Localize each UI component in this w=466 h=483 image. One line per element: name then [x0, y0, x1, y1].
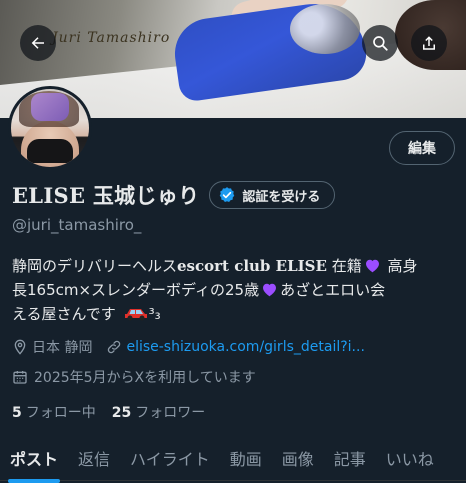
bio-text: 長165cm×スレンダーボディの25歳 — [12, 281, 260, 299]
red-car-icon — [124, 309, 147, 321]
following-count: 5 — [12, 405, 22, 421]
search-button[interactable] — [362, 25, 398, 61]
tab-highlights[interactable]: ハイライト — [120, 446, 220, 470]
following-label: フォロー中 — [25, 405, 96, 421]
bio-dash-symbol: ³₃ — [148, 305, 161, 323]
bio-line-1: 静岡のデリバリーヘルスescort club ELISE 在籍 高身 — [12, 254, 458, 278]
banner-lace — [290, 4, 360, 54]
bio-text: 高身 — [387, 257, 418, 275]
bio-line-2: 長165cm×スレンダーボディの25歳 あざとエロい会 — [12, 278, 458, 302]
purple-heart-icon — [263, 283, 277, 297]
avatar-blur — [31, 93, 69, 121]
location-text: 日本 静岡 — [32, 340, 93, 356]
tab-photos[interactable]: 画像 — [272, 446, 324, 470]
follow-stats: 5 フォロー中 25 フォロワー — [12, 402, 205, 422]
followers-link[interactable]: 25 フォロワー — [112, 402, 205, 422]
get-verified-button[interactable]: 認証を受ける — [209, 181, 336, 209]
verified-badge-icon — [220, 187, 235, 203]
back-button[interactable] — [20, 25, 56, 61]
get-verified-label: 認証を受ける — [242, 189, 321, 205]
banner-script-text: Juri Tamashiro — [52, 30, 171, 46]
username-handle: @juri_tamashiro_ — [12, 216, 142, 234]
avatar-image — [11, 89, 89, 167]
website-link[interactable]: elise-shizuoka.com/girls_detail?i... — [126, 339, 364, 355]
avatar-garment — [27, 139, 73, 163]
location-pin-icon — [14, 339, 26, 355]
name-row: ELISE 玉城じゅり 認証を受ける — [12, 180, 336, 210]
tab-videos[interactable]: 動画 — [220, 446, 272, 470]
followers-count: 25 — [111, 405, 132, 421]
tab-likes[interactable]: いいね — [376, 446, 444, 470]
search-icon — [373, 36, 388, 51]
purple-heart-icon — [365, 259, 379, 273]
bio-line-3: える屋さんです ³₃ — [12, 302, 458, 326]
tab-posts[interactable]: ポスト — [0, 446, 68, 483]
joined-date-text: 2025年5月からXを利用しています — [34, 370, 256, 386]
bio-text: 静岡のデリバリーヘルス — [12, 257, 178, 275]
profile-tabs: ポスト 返信 ハイライト 動画 画像 記事 いいね — [0, 436, 466, 483]
edit-profile-button[interactable]: 編集 — [389, 131, 455, 165]
bio-text: あざとエロい会 — [280, 281, 386, 299]
followers-label: フォロワー — [135, 405, 206, 421]
bio-text: 在籍 — [331, 257, 362, 275]
calendar-icon — [13, 371, 27, 384]
tab-replies[interactable]: 返信 — [68, 446, 120, 470]
bio-shop-name: escort club ELISE — [177, 257, 327, 275]
display-name: ELISE 玉城じゅり — [12, 183, 200, 208]
share-button[interactable] — [411, 25, 447, 61]
profile-meta-row: 日本 静岡 elise-shizuoka.com/girls_detail?i.… — [12, 337, 365, 357]
profile-bio: 静岡のデリバリーヘルスescort club ELISE 在籍 高身 長165c… — [12, 254, 458, 326]
bio-text: える屋さんです — [12, 305, 116, 323]
tab-articles[interactable]: 記事 — [324, 446, 376, 470]
joined-date-row: 2025年5月からXを利用しています — [12, 367, 256, 387]
following-link[interactable]: 5 フォロー中 — [12, 402, 96, 422]
link-icon — [108, 340, 121, 354]
share-icon — [423, 36, 435, 50]
avatar[interactable] — [8, 86, 92, 170]
arrow-left-icon — [31, 37, 44, 49]
